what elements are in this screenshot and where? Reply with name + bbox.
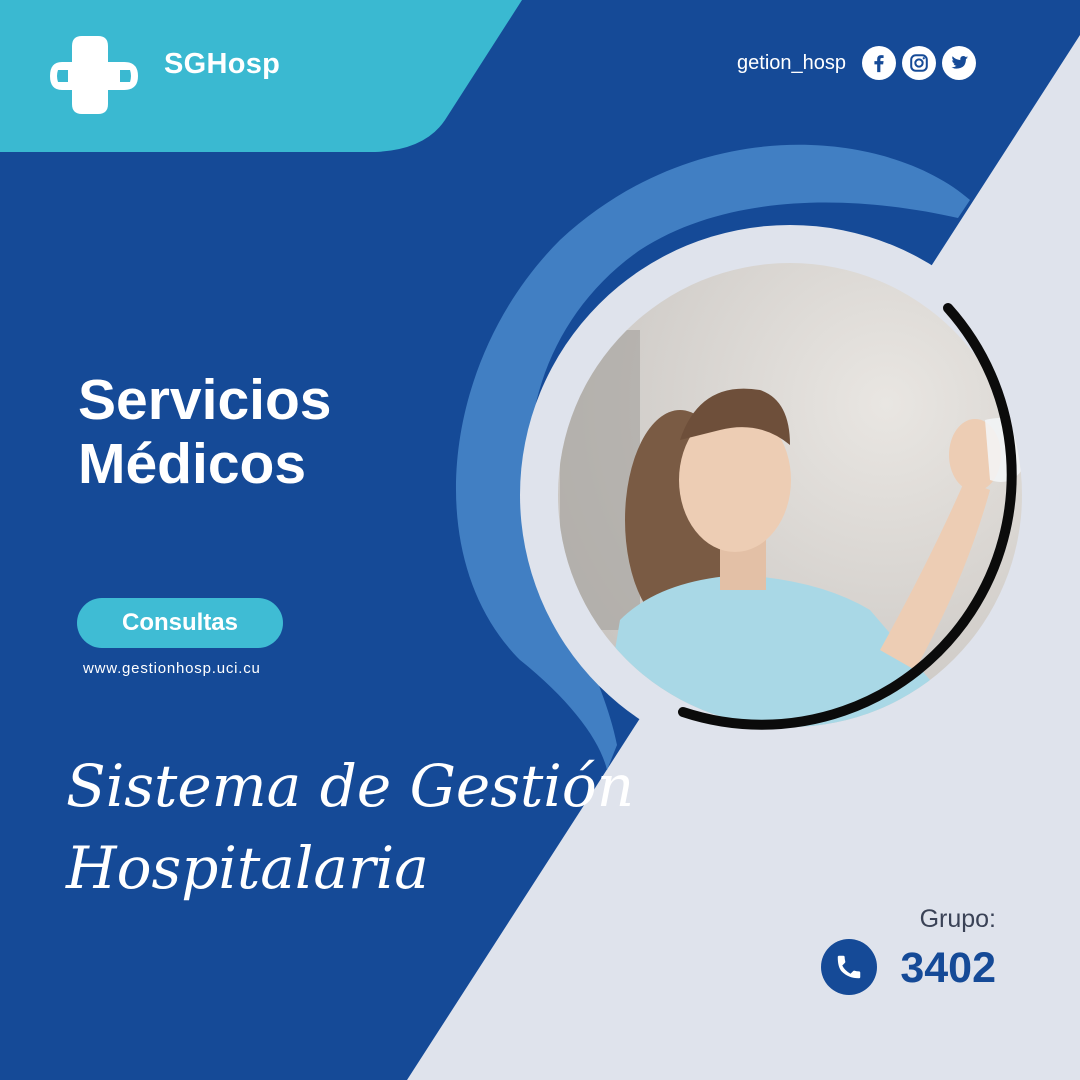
social-bar: getion_hosp <box>737 46 976 80</box>
facebook-icon[interactable] <box>862 46 896 80</box>
twitter-icon[interactable] <box>942 46 976 80</box>
poster: SGHosp getion_hosp Servicios Médicos Con… <box>0 0 1080 1080</box>
background-shapes <box>0 0 1080 1080</box>
instagram-icon[interactable] <box>902 46 936 80</box>
tagline-line-1: Sistema de Gestión <box>66 752 635 820</box>
phone-icon <box>821 939 877 995</box>
consultas-button[interactable]: Consultas <box>77 598 283 648</box>
tagline: Sistema de Gestión Hospitalaria <box>66 745 634 909</box>
tagline-line-2: Hospitalaria <box>66 834 429 902</box>
group-number: 3402 <box>900 944 996 992</box>
social-handle[interactable]: getion_hosp <box>737 52 846 75</box>
title-line-1: Servicios <box>78 368 332 432</box>
title-line-2: Médicos <box>78 432 307 496</box>
group-label: Grupo: <box>919 905 996 933</box>
website-link[interactable]: www.gestionhosp.uci.cu <box>83 660 261 677</box>
medical-cross-logo-icon <box>50 36 138 114</box>
brand-name: SGHosp <box>164 48 281 80</box>
page-title: Servicios Médicos <box>78 368 332 496</box>
